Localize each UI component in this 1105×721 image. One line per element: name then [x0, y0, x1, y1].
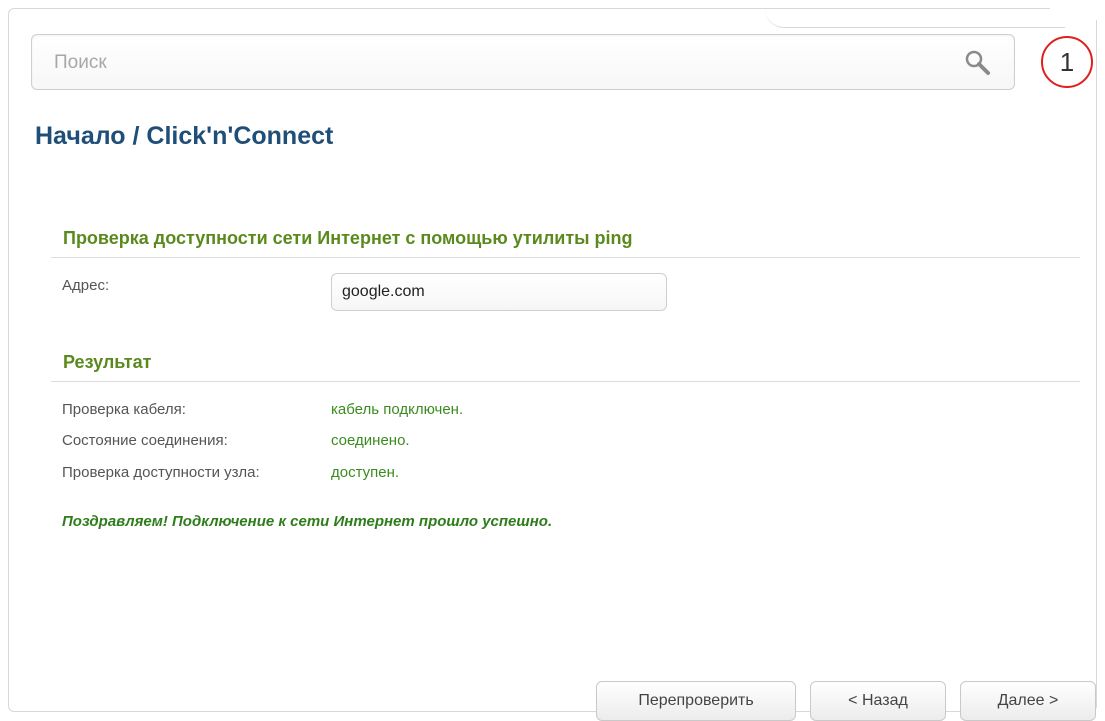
search-icon[interactable]	[964, 49, 992, 77]
next-button[interactable]: Далее >	[960, 681, 1096, 721]
address-field[interactable]	[331, 273, 667, 311]
back-button[interactable]: < Назад	[810, 681, 946, 721]
panel-notch	[765, 9, 1065, 28]
breadcrumb-current: Click'n'Connect	[146, 122, 334, 150]
ping-section-title: Проверка доступности сети Интернет с пом…	[51, 228, 1080, 258]
search-bar	[31, 34, 1015, 90]
connection-state-label: Состояние соединения:	[62, 432, 228, 449]
success-message: Поздравляем! Подключение к сети Интернет…	[62, 513, 553, 530]
connection-state-value: соединено.	[331, 432, 410, 449]
cable-check-label: Проверка кабеля:	[62, 401, 186, 418]
recheck-button[interactable]: Перепроверить	[596, 681, 796, 721]
host-check-label: Проверка доступности узла:	[62, 464, 260, 481]
page-title: Начало / Click'n'Connect	[35, 122, 333, 151]
step-number-badge: 1	[1041, 36, 1093, 88]
breadcrumb-home[interactable]: Начало	[35, 122, 126, 150]
breadcrumb-separator: /	[125, 122, 147, 150]
address-label: Адрес:	[62, 277, 110, 294]
search-input[interactable]	[52, 49, 956, 77]
host-check-value: доступен.	[331, 464, 400, 481]
result-section-title: Результат	[51, 352, 1080, 382]
panel-notch-cover	[1050, 0, 1100, 20]
cable-check-value: кабель подключен.	[331, 401, 464, 418]
